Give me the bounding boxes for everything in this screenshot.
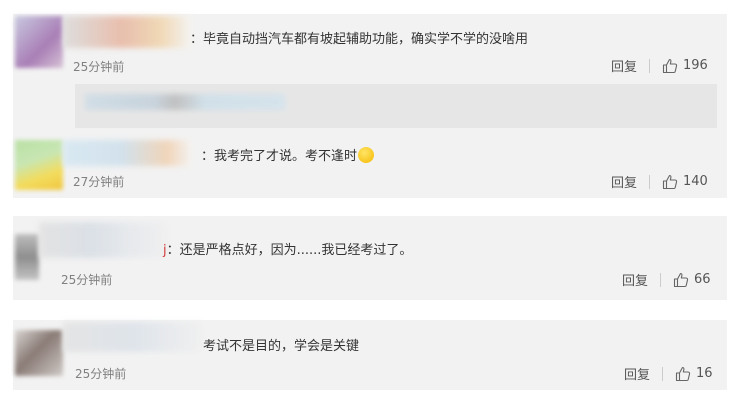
crying-laughing-emoji-icon: [358, 147, 375, 163]
comment-actions: 回复 196: [611, 56, 708, 75]
like-button[interactable]: 16: [675, 366, 713, 382]
comment-text-content: ：还是严格点好，因为......我已经考过了。: [166, 243, 413, 258]
quoted-reply-box: [75, 84, 717, 128]
thumbs-up-icon: [662, 58, 678, 73]
like-count: 66: [694, 272, 711, 287]
username-blurred[interactable]: [63, 322, 203, 352]
divider: [649, 174, 651, 189]
username-blurred[interactable]: [63, 16, 193, 48]
avatar[interactable]: [15, 16, 63, 68]
reply-button[interactable]: 回复: [611, 172, 637, 191]
comment-text: ：我考完了才说。考不逢时: [201, 147, 375, 165]
comment-text-content: ：我考完了才说。考不逢时: [201, 149, 358, 164]
comment-text: 考试不是目的，学会是关键: [203, 339, 360, 354]
like-button[interactable]: 66: [673, 272, 711, 288]
reply-button[interactable]: 回复: [611, 56, 637, 75]
like-button[interactable]: 140: [662, 174, 708, 190]
divider: [662, 366, 664, 381]
thumbs-up-icon: [662, 174, 678, 189]
divider: [660, 272, 662, 287]
comment-actions: 回复 16: [624, 364, 713, 383]
avatar[interactable]: [15, 330, 63, 376]
quoted-reply-blurred: [85, 94, 285, 110]
like-count: 140: [683, 174, 708, 189]
avatar[interactable]: [15, 234, 39, 280]
avatar[interactable]: [15, 140, 63, 190]
comment-time: 25分钟前: [61, 273, 113, 287]
comment-time: 27分钟前: [73, 175, 125, 189]
reply-button[interactable]: 回复: [624, 364, 650, 383]
comment-card: j：还是严格点好，因为......我已经考过了。 25分钟前 回复 66: [13, 216, 727, 300]
comment-card: ：我考完了才说。考不逢时 27分钟前 回复 140: [13, 134, 727, 198]
username-blurred[interactable]: [63, 140, 193, 166]
divider: [649, 58, 651, 73]
comment-time: 25分钟前: [73, 60, 125, 74]
like-button[interactable]: 196: [662, 58, 708, 74]
thumbs-up-icon: [675, 366, 691, 381]
comment-text: j：还是严格点好，因为......我已经考过了。: [163, 243, 412, 259]
thumbs-up-icon: [673, 272, 689, 287]
reply-button[interactable]: 回复: [622, 270, 648, 289]
comment-text: ：毕竟自动挡汽车都有坡起辅助功能，确实学不学的没啥用: [190, 32, 529, 47]
comment-card: 考试不是目的，学会是关键 25分钟前 回复 16: [13, 320, 727, 390]
like-count: 196: [683, 58, 708, 73]
username-blurred[interactable]: [39, 222, 169, 258]
comment-actions: 回复 66: [622, 270, 711, 289]
comment-actions: 回复 140: [611, 172, 708, 191]
like-count: 16: [696, 366, 713, 381]
comment-time: 25分钟前: [75, 367, 127, 381]
